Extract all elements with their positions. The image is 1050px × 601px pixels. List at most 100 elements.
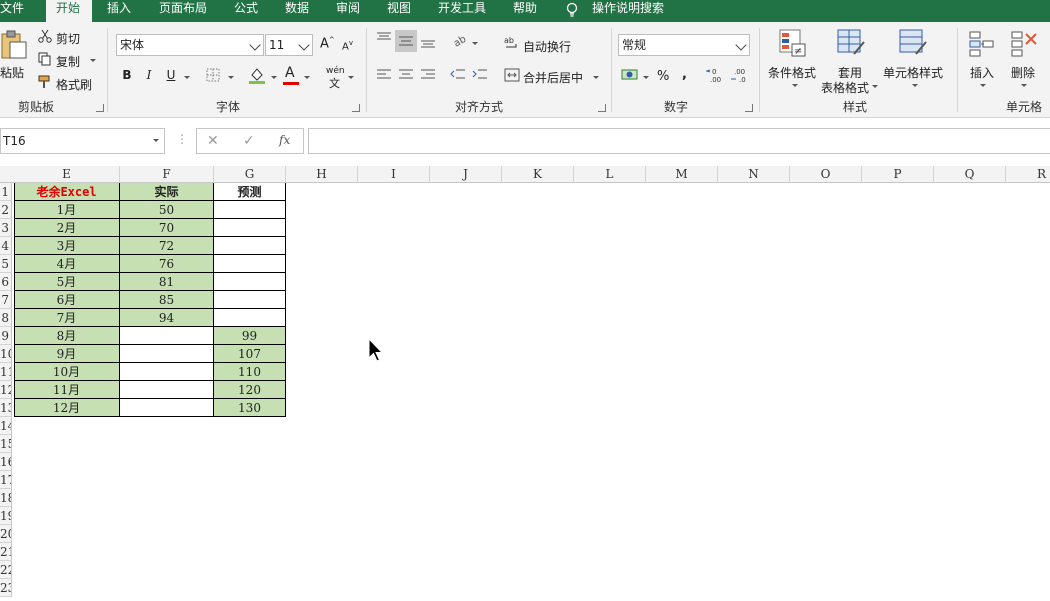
delete-dropdown-icon[interactable] xyxy=(1021,84,1027,87)
table-cell-actual[interactable] xyxy=(120,345,214,363)
alignment-launcher-icon[interactable] xyxy=(598,104,606,112)
row-header-4[interactable]: 4 xyxy=(0,237,12,255)
table-cell-month[interactable]: 1月 xyxy=(14,201,120,219)
decrease-decimal-icon[interactable]: .00.0 xyxy=(730,67,750,83)
row-header-16[interactable]: 16 xyxy=(0,453,12,471)
table-cell-month[interactable]: 7月 xyxy=(14,309,120,327)
formula-bar-splitter[interactable]: ⋮ xyxy=(176,132,188,146)
table-cell-actual[interactable] xyxy=(120,399,214,417)
lightbulb-icon[interactable] xyxy=(566,2,578,18)
tab-data[interactable]: 数据 xyxy=(285,0,309,22)
row-header-6[interactable]: 6 xyxy=(0,273,12,291)
table-cell-actual[interactable]: 76 xyxy=(120,255,214,273)
table-cell-actual[interactable]: 70 xyxy=(120,219,214,237)
number-launcher-icon[interactable] xyxy=(745,104,753,112)
enter-icon[interactable]: ✓ xyxy=(243,133,255,149)
currency-dropdown-icon[interactable] xyxy=(643,76,649,79)
copy-dropdown-icon[interactable] xyxy=(90,59,96,62)
tab-developer[interactable]: 开发工具 xyxy=(438,0,486,22)
row-header-14[interactable]: 14 xyxy=(0,417,12,435)
tab-review[interactable]: 审阅 xyxy=(336,0,360,22)
column-header-q[interactable]: Q xyxy=(934,166,1006,183)
format-as-table-label-2[interactable]: 表格格式 xyxy=(821,79,869,96)
insert-cells-icon[interactable] xyxy=(968,30,996,58)
italic-button[interactable]: I xyxy=(142,68,156,82)
tab-formulas[interactable]: 公式 xyxy=(234,0,258,22)
tell-me-search[interactable]: 操作说明搜索 xyxy=(592,0,664,22)
row-header-17[interactable]: 17 xyxy=(0,471,12,489)
table-cell-month[interactable]: 5月 xyxy=(14,273,120,291)
tab-home[interactable]: 开始 xyxy=(46,0,92,22)
delete-cells-button[interactable]: 删除 xyxy=(1011,64,1035,81)
row-header-2[interactable]: 2 xyxy=(0,201,12,219)
table-cell-month[interactable]: 8月 xyxy=(14,327,120,345)
align-left-icon[interactable] xyxy=(376,68,392,82)
cell-styles-dropdown-icon[interactable] xyxy=(912,84,918,87)
row-header-8[interactable]: 8 xyxy=(0,309,12,327)
font-launcher-icon[interactable] xyxy=(352,104,360,112)
tab-file[interactable]: 文件 xyxy=(0,0,36,22)
clipboard-launcher-icon[interactable] xyxy=(96,104,104,112)
table-cell-forecast[interactable]: 107 xyxy=(214,345,286,363)
table-cell-month[interactable]: 3月 xyxy=(14,237,120,255)
column-header-k[interactable]: K xyxy=(502,166,574,183)
row-header-10[interactable]: 10 xyxy=(0,345,12,363)
delete-cells-icon[interactable] xyxy=(1010,30,1040,58)
conditional-dropdown-icon[interactable] xyxy=(792,84,798,87)
column-header-f[interactable]: F xyxy=(120,166,214,183)
increase-indent-icon[interactable] xyxy=(472,68,488,82)
conditional-format-icon[interactable]: ≠ xyxy=(778,28,808,58)
comma-button[interactable]: , xyxy=(682,67,687,82)
table-cell-actual[interactable]: 94 xyxy=(120,309,214,327)
underline-dropdown-icon[interactable] xyxy=(184,76,190,79)
column-header-r[interactable]: R xyxy=(1006,166,1050,183)
column-header-m[interactable]: M xyxy=(646,166,718,183)
underline-button[interactable]: U xyxy=(164,68,178,82)
phonetic-dropdown-icon[interactable] xyxy=(348,76,354,79)
borders-icon[interactable] xyxy=(206,68,220,82)
row-header-18[interactable]: 18 xyxy=(0,489,12,507)
table-cell-forecast[interactable]: 110 xyxy=(214,363,286,381)
conditional-format-button[interactable]: 条件格式 xyxy=(768,64,816,81)
copy-button[interactable]: 复制 xyxy=(56,53,80,70)
table-cell-actual[interactable] xyxy=(120,363,214,381)
table-cell-actual[interactable] xyxy=(120,381,214,399)
cell-styles-button[interactable]: 单元格样式 xyxy=(883,64,943,81)
column-header-j[interactable]: J xyxy=(430,166,502,183)
column-header-p[interactable]: P xyxy=(862,166,934,183)
tab-insert[interactable]: 插入 xyxy=(107,0,131,22)
table-cell-forecast[interactable] xyxy=(214,255,286,273)
increase-font-icon[interactable]: A^ xyxy=(320,36,335,51)
font-color-dropdown-icon[interactable] xyxy=(304,76,310,79)
column-header-n[interactable]: N xyxy=(718,166,790,183)
table-cell-forecast[interactable] xyxy=(214,237,286,255)
bold-button[interactable]: B xyxy=(120,68,134,82)
column-header-o[interactable]: O xyxy=(790,166,862,183)
fill-color-dropdown-icon[interactable] xyxy=(271,76,277,79)
column-header-l[interactable]: L xyxy=(574,166,646,183)
row-header-3[interactable]: 3 xyxy=(0,219,12,237)
row-header-9[interactable]: 9 xyxy=(0,327,12,345)
name-box-dropdown-icon[interactable] xyxy=(153,139,159,142)
row-header-11[interactable]: 11 xyxy=(0,363,12,381)
percent-button[interactable]: % xyxy=(657,69,669,84)
format-as-table-icon[interactable] xyxy=(836,28,866,58)
merge-center-button[interactable]: 合并后居中 xyxy=(523,69,583,86)
row-header-1[interactable]: 1 xyxy=(0,183,12,201)
copy-icon[interactable] xyxy=(38,52,52,66)
align-top-icon[interactable] xyxy=(376,32,392,46)
column-header-g[interactable]: G xyxy=(214,166,286,183)
tab-view[interactable]: 视图 xyxy=(387,0,411,22)
wrap-text-button[interactable]: 自动换行 xyxy=(523,38,571,55)
paste-icon[interactable] xyxy=(0,30,28,60)
row-header-23[interactable]: 23 xyxy=(0,579,12,597)
orientation-dropdown-icon[interactable] xyxy=(472,42,478,45)
paste-button[interactable]: 粘贴 xyxy=(0,64,24,81)
table-cell-month[interactable]: 6月 xyxy=(14,291,120,309)
table-header-forecast[interactable]: 预测 xyxy=(214,183,286,201)
borders-dropdown-icon[interactable] xyxy=(228,76,234,79)
table-cell-forecast[interactable]: 120 xyxy=(214,381,286,399)
table-cell-month[interactable]: 9月 xyxy=(14,345,120,363)
insert-function-icon[interactable]: fx xyxy=(279,133,290,147)
table-cell-actual[interactable]: 50 xyxy=(120,201,214,219)
